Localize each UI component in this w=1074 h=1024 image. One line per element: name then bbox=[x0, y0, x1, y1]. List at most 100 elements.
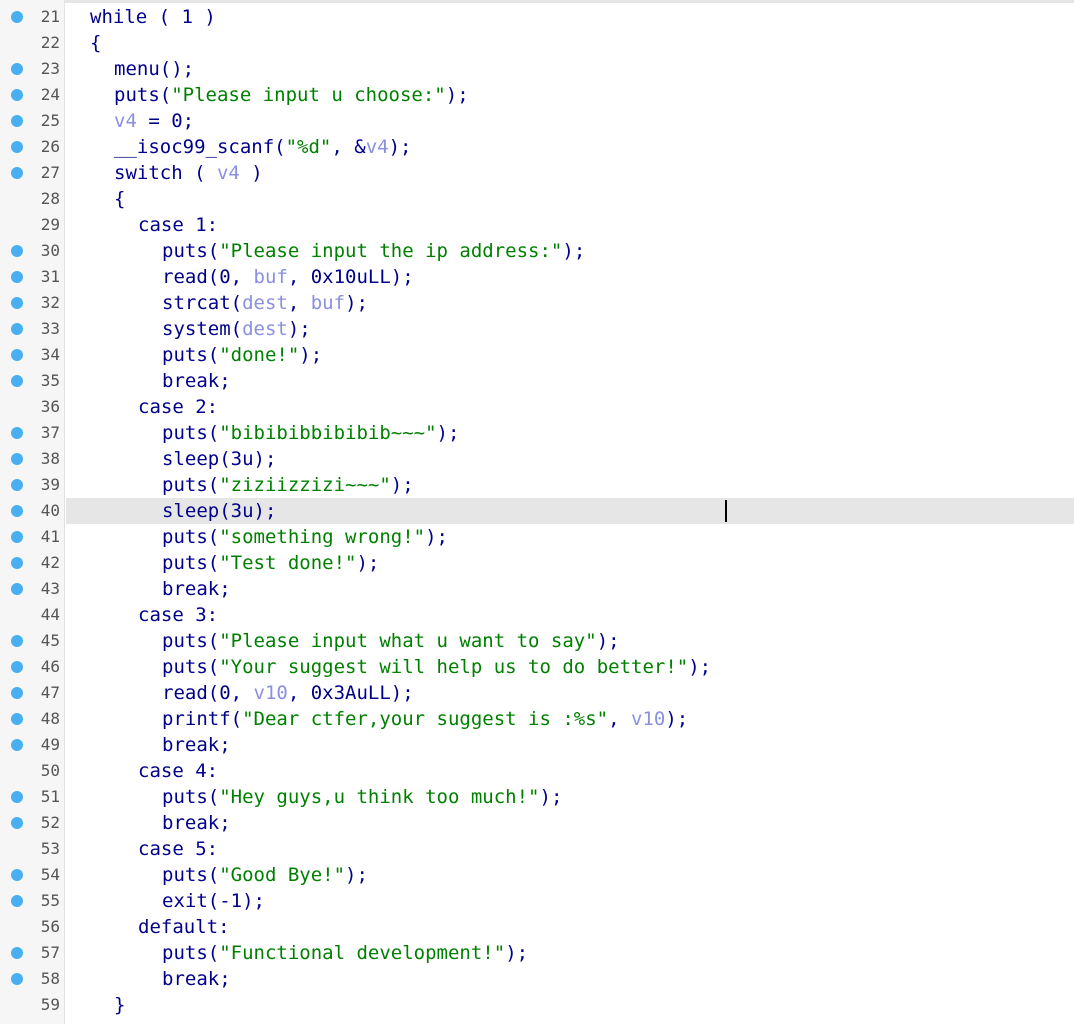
code-token: switch ( bbox=[114, 162, 217, 184]
line-number: 36 bbox=[40, 397, 60, 416]
code-line[interactable]: 52 break; bbox=[0, 810, 1074, 836]
code-line[interactable]: 40 sleep(3u); bbox=[0, 498, 1074, 524]
code-line[interactable]: 54 puts("Good Bye!"); bbox=[0, 862, 1074, 888]
code-line[interactable]: 32 strcat(dest, buf); bbox=[0, 290, 1074, 316]
code-line[interactable]: 34 puts("done!"); bbox=[0, 342, 1074, 368]
code-line[interactable]: 44 case 3: bbox=[0, 602, 1074, 628]
breakpoint-dot-icon[interactable] bbox=[11, 557, 23, 569]
breakpoint-dot-icon[interactable] bbox=[11, 479, 23, 491]
line-number: 34 bbox=[40, 345, 60, 364]
code-line[interactable]: 42 puts("Test done!"); bbox=[0, 550, 1074, 576]
code-line[interactable]: 24 puts("Please input u choose:"); bbox=[0, 82, 1074, 108]
code-line[interactable]: 58 break; bbox=[0, 966, 1074, 992]
breakpoint-dot-icon[interactable] bbox=[11, 63, 23, 75]
code-line[interactable]: 45 puts("Please input what u want to say"… bbox=[0, 628, 1074, 654]
breakpoint-dot-icon[interactable] bbox=[11, 297, 23, 309]
code-line[interactable]: 50 case 4: bbox=[0, 758, 1074, 784]
breakpoint-dot-icon[interactable] bbox=[11, 869, 23, 881]
code-line[interactable]: 26 __isoc99_scanf("%d", &v4); bbox=[0, 134, 1074, 160]
code-text: case 1: bbox=[138, 212, 218, 238]
breakpoint-dot-icon[interactable] bbox=[11, 973, 23, 985]
code-line[interactable]: 25 v4 = 0; bbox=[0, 108, 1074, 134]
code-line[interactable]: 48 printf("Dear ctfer,your suggest is :%s… bbox=[0, 706, 1074, 732]
code-line[interactable]: 43 break; bbox=[0, 576, 1074, 602]
top-border bbox=[0, 0, 1074, 3]
line-number: 22 bbox=[40, 33, 60, 52]
breakpoint-dot-icon[interactable] bbox=[11, 895, 23, 907]
breakpoint-dot-icon[interactable] bbox=[11, 531, 23, 543]
code-text: sleep(3u); bbox=[162, 498, 276, 524]
code-line[interactable]: 30 puts("Please input the ip address:"); bbox=[0, 238, 1074, 264]
code-line[interactable]: 49 break; bbox=[0, 732, 1074, 758]
code-token: ); bbox=[345, 864, 368, 886]
line-number: 53 bbox=[40, 839, 60, 858]
variable-token: v4 bbox=[114, 110, 137, 132]
code-line[interactable]: 55 exit(-1); bbox=[0, 888, 1074, 914]
breakpoint-dot-icon[interactable] bbox=[11, 271, 23, 283]
code-line[interactable]: 28 { bbox=[0, 186, 1074, 212]
breakpoint-dot-icon[interactable] bbox=[11, 89, 23, 101]
code-line[interactable]: 27 switch ( v4 ) bbox=[0, 160, 1074, 186]
breakpoint-dot-icon[interactable] bbox=[11, 115, 23, 127]
code-line[interactable]: 57 puts("Functional development!"); bbox=[0, 940, 1074, 966]
code-line[interactable]: 53 case 5: bbox=[0, 836, 1074, 862]
breakpoint-dot-icon[interactable] bbox=[11, 323, 23, 335]
code-line[interactable]: 41 puts("something wrong!"); bbox=[0, 524, 1074, 550]
string-literal: "Please input the ip address:" bbox=[219, 240, 563, 262]
code-line[interactable]: 37 puts("bibibibbibibib~~~"); bbox=[0, 420, 1074, 446]
variable-token: v4 bbox=[365, 136, 389, 158]
variable-token: buf bbox=[310, 292, 346, 314]
breakpoint-dot-icon[interactable] bbox=[11, 427, 23, 439]
breakpoint-dot-icon[interactable] bbox=[11, 141, 23, 153]
string-literal: "Test done!" bbox=[219, 552, 357, 574]
code-line[interactable]: 56 default: bbox=[0, 914, 1074, 940]
code-token: puts( bbox=[162, 422, 220, 444]
code-line[interactable]: 39 puts("ziziizzizi~~~"); bbox=[0, 472, 1074, 498]
string-literal: "Your suggest will help us to do better!… bbox=[219, 656, 689, 678]
code-token: case 5: bbox=[138, 838, 219, 860]
breakpoint-dot-icon[interactable] bbox=[11, 245, 23, 257]
code-text: case 4: bbox=[138, 758, 218, 784]
code-text: puts("Your suggest will help us to do be… bbox=[162, 654, 711, 680]
code-line[interactable]: 22 { bbox=[0, 30, 1074, 56]
breakpoint-dot-icon[interactable] bbox=[11, 791, 23, 803]
code-line[interactable]: 21 while ( 1 ) bbox=[0, 4, 1074, 30]
breakpoint-dot-icon[interactable] bbox=[11, 817, 23, 829]
code-token: exit(-1); bbox=[162, 890, 265, 912]
code-line[interactable]: 46 puts("Your suggest will help us to do … bbox=[0, 654, 1074, 680]
code-line[interactable]: 47 read(0, v10, 0x3AuLL); bbox=[0, 680, 1074, 706]
code-line[interactable]: 35 break; bbox=[0, 368, 1074, 394]
code-line[interactable]: 23 menu(); bbox=[0, 56, 1074, 82]
code-token: { bbox=[114, 188, 126, 210]
line-number: 55 bbox=[40, 891, 60, 910]
breakpoint-dot-icon[interactable] bbox=[11, 505, 23, 517]
breakpoint-dot-icon[interactable] bbox=[11, 11, 23, 23]
code-line[interactable]: 33 system(dest); bbox=[0, 316, 1074, 342]
code-text: break; bbox=[162, 966, 231, 992]
line-number: 35 bbox=[40, 371, 60, 390]
pseudocode-view[interactable]: 21 while ( 1 ) 22{23 menu(); 24 puts("Please … bbox=[0, 0, 1074, 1024]
code-line[interactable]: 31 read(0, buf, 0x10uLL); bbox=[0, 264, 1074, 290]
code-token: __isoc99_scanf( bbox=[114, 136, 286, 158]
code-token: puts( bbox=[162, 552, 220, 574]
code-line[interactable]: 36 case 2: bbox=[0, 394, 1074, 420]
breakpoint-dot-icon[interactable] bbox=[11, 167, 23, 179]
breakpoint-dot-icon[interactable] bbox=[11, 947, 23, 959]
breakpoint-dot-icon[interactable] bbox=[11, 375, 23, 387]
breakpoint-dot-icon[interactable] bbox=[11, 739, 23, 751]
line-number: 56 bbox=[40, 917, 60, 936]
breakpoint-dot-icon[interactable] bbox=[11, 687, 23, 699]
breakpoint-dot-icon[interactable] bbox=[11, 583, 23, 595]
breakpoint-dot-icon[interactable] bbox=[11, 713, 23, 725]
code-text: puts("Hey guys,u think too much!"); bbox=[162, 784, 562, 810]
code-text: puts("something wrong!"); bbox=[162, 524, 448, 550]
code-line[interactable]: 59} bbox=[0, 992, 1074, 1018]
code-token: , 0x3AuLL); bbox=[287, 682, 414, 704]
breakpoint-dot-icon[interactable] bbox=[11, 661, 23, 673]
code-line[interactable]: 51 puts("Hey guys,u think too much!"); bbox=[0, 784, 1074, 810]
code-line[interactable]: 29 case 1: bbox=[0, 212, 1074, 238]
breakpoint-dot-icon[interactable] bbox=[11, 349, 23, 361]
breakpoint-dot-icon[interactable] bbox=[11, 453, 23, 465]
code-line[interactable]: 38 sleep(3u); bbox=[0, 446, 1074, 472]
breakpoint-dot-icon[interactable] bbox=[11, 635, 23, 647]
